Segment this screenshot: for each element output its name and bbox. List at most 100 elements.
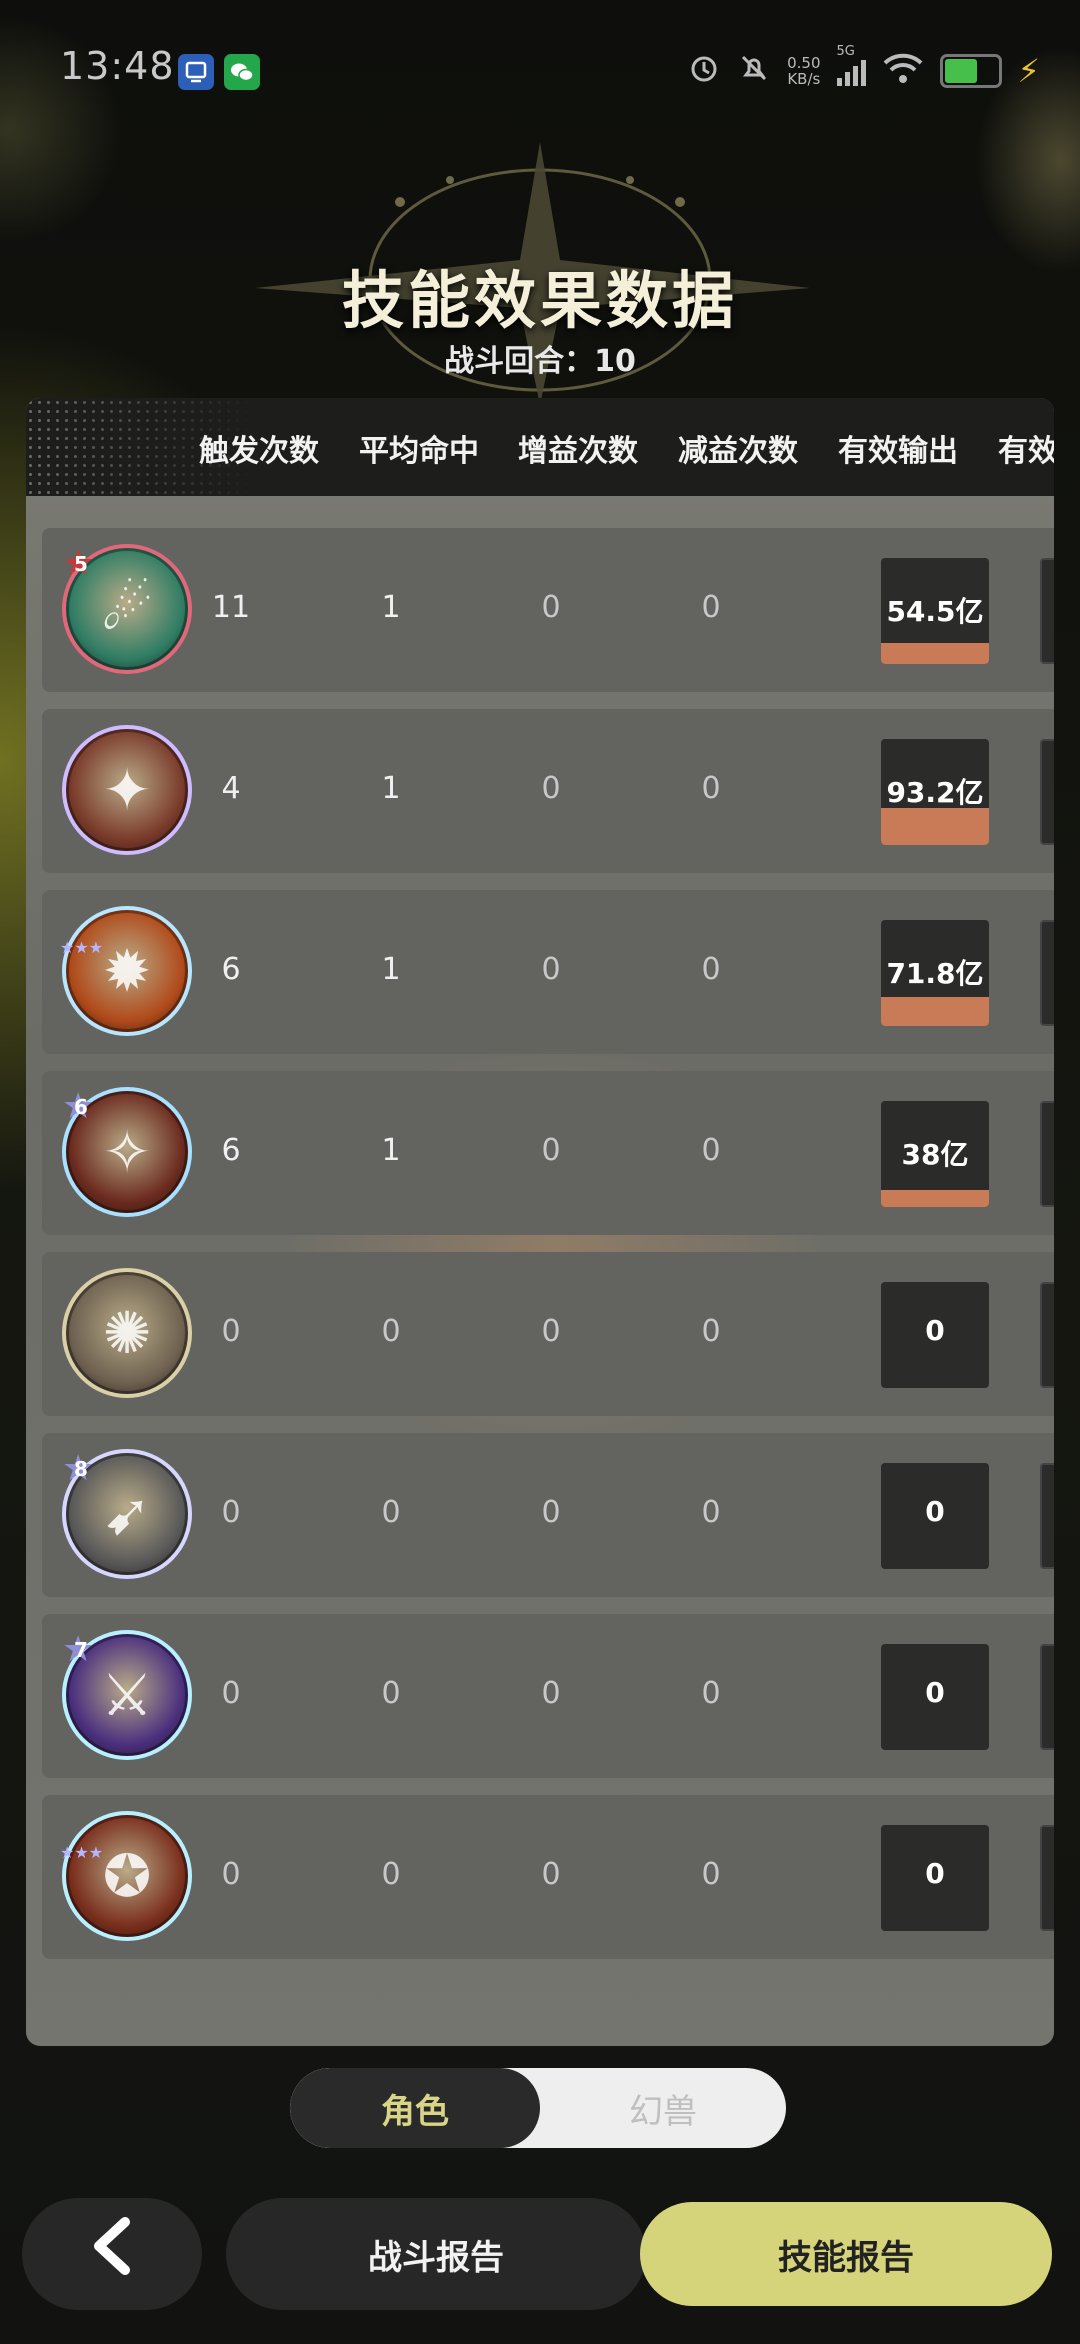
cell-buffs: 0 [541,1314,561,1349]
table-row[interactable]: ⚔ ★ 7 0 0 0 0 0 [42,1614,1054,1778]
battle-round-value: 10 [594,344,636,379]
alarm-icon [687,51,721,91]
fire-spirit-skill-icon[interactable]: ✪ ★★★ [60,1811,192,1941]
cell-triggers: 0 [221,1314,241,1349]
skill-data-panel[interactable]: 触发次数 平均命中 增益次数 减益次数 有效输出 有效 ☄ ★ 5 11 1 0 0 54.5… [26,398,1054,2046]
skill-level-badge: 8 [74,1457,88,1481]
cell-triggers: 0 [221,1495,241,1530]
app-notification-icon [178,54,214,90]
cell-debuffs: 0 [701,1133,721,1168]
wifi-icon [882,51,924,91]
charging-icon: ⚡ [1017,52,1040,90]
cell-buffs: 0 [541,952,561,987]
cell-effective-clipped [1040,1282,1054,1388]
dash-skill-icon[interactable]: ➹ ★ 8 [62,1449,192,1579]
cell-effective-clipped [1040,558,1054,664]
cell-buffs: 0 [541,1495,561,1530]
cell-output: 93.2亿 [881,739,989,845]
cell-buffs: 0 [541,1857,561,1892]
table-header: 触发次数 平均命中 增益次数 减益次数 有效输出 有效 [26,398,1054,496]
cell-triggers: 0 [221,1676,241,1711]
skill-stars: ★★★ [60,938,104,957]
column-header-effective: 有效 [998,434,1054,469]
cell-output: 38亿 [881,1101,989,1207]
battle-report-button[interactable]: 战斗报告 [226,2198,646,2310]
cell-debuffs: 0 [701,590,721,625]
tab-beast[interactable]: 幻兽 [540,2068,786,2148]
cell-triggers: 6 [221,1133,241,1168]
output-value: 93.2亿 [886,776,984,809]
cell-avg-hit: 1 [381,1133,401,1168]
cell-avg-hit: 0 [381,1676,401,1711]
cell-output: 0 [881,1825,989,1931]
output-value: 0 [925,1857,945,1890]
output-value: 38亿 [901,1138,969,1171]
cell-effective-clipped [1040,1463,1054,1569]
tab-character[interactable]: 角色 [290,2068,540,2148]
cell-avg-hit: 1 [381,952,401,987]
cell-buffs: 0 [541,1133,561,1168]
character-beast-toggle[interactable]: 角色 幻兽 [290,2068,786,2148]
skill-level-badge: 7 [74,1638,88,1662]
table-row[interactable]: ☄ ★ 5 11 1 0 0 54.5亿 [42,528,1054,692]
output-bar [881,643,989,664]
cell-debuffs: 0 [701,952,721,987]
skill-stars: ★★★ [60,1843,104,1862]
cell-avg-hit: 0 [381,1857,401,1892]
cell-triggers: 6 [221,952,241,987]
flame-claw-skill-icon[interactable]: ✧ ★ 6 [62,1087,192,1217]
table-row[interactable]: ➹ ★ 8 0 0 0 0 0 [42,1433,1054,1597]
cell-debuffs: 0 [701,1314,721,1349]
back-button[interactable] [22,2198,202,2310]
cell-effective-clipped [1040,1101,1054,1207]
output-value: 0 [925,1314,945,1347]
cell-buffs: 0 [541,771,561,806]
cell-avg-hit: 1 [381,590,401,625]
output-value: 54.5亿 [886,595,984,628]
cell-output: 54.5亿 [881,558,989,664]
wechat-icon [224,54,260,90]
table-row[interactable]: ✦ 4 1 0 0 93.2亿 [42,709,1054,873]
battle-round-label: 战斗回合： [444,344,595,379]
table-row[interactable]: ✧ ★ 6 6 1 0 0 38亿 [42,1071,1054,1235]
cell-debuffs: 0 [701,771,721,806]
skill-glyph: ✪ [102,1842,152,1910]
column-header-output: 有效输出 [838,434,958,469]
cell-effective-clipped [1040,1644,1054,1750]
comet-skill-icon[interactable]: ☄ ★ 5 [62,544,192,674]
cell-effective-clipped [1040,920,1054,1026]
table-row[interactable]: ✺ 0 0 0 0 0 [42,1252,1054,1416]
output-value: 71.8亿 [886,957,984,990]
column-header-triggers: 触发次数 [199,434,319,469]
cell-debuffs: 0 [701,1676,721,1711]
network-type: 5G [836,44,855,59]
skill-report-button[interactable]: 技能报告 [640,2202,1052,2306]
table-row[interactable]: ✪ ★★★ 0 0 0 0 0 [42,1795,1054,1959]
cell-output: 71.8亿 [881,920,989,1026]
vortex-skill-icon[interactable]: ✺ [62,1268,192,1398]
output-value: 0 [925,1676,945,1709]
cell-effective-clipped [1040,1825,1054,1931]
column-header-avg-hit: 平均命中 [359,434,479,469]
mute-icon [737,51,771,91]
status-bar: 13:48 0.50 KB/s 5G ⚡ [0,0,1080,140]
cell-triggers: 11 [211,590,251,625]
cell-output: 0 [881,1282,989,1388]
cell-triggers: 0 [221,1857,241,1892]
output-value: 0 [925,1495,945,1528]
cell-triggers: 4 [221,771,241,806]
skill-level-badge: 6 [74,1095,88,1119]
cell-avg-hit: 0 [381,1314,401,1349]
table-row[interactable]: ✹ ★★★ 6 1 0 0 71.8亿 [42,890,1054,1054]
cell-buffs: 0 [541,1676,561,1711]
spark-skill-icon[interactable]: ✦ [62,725,192,855]
explosion-skill-icon[interactable]: ✹ ★★★ [60,906,192,1036]
skill-glyph: ✹ [102,937,152,1005]
output-bar [881,1190,989,1207]
cell-avg-hit: 0 [381,1495,401,1530]
column-header-buffs: 增益次数 [518,434,638,469]
battery-icon [939,54,1002,88]
cell-output: 0 [881,1463,989,1569]
sword-skill-icon[interactable]: ⚔ ★ 7 [62,1630,192,1760]
cell-debuffs: 0 [701,1857,721,1892]
